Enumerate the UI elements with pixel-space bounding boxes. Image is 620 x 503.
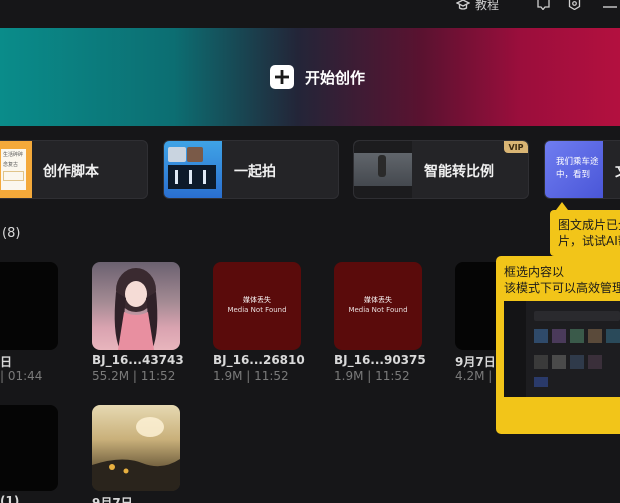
tool-card-text-to-video[interactable]: 我们乘车途 中，看到 文 (544, 140, 620, 199)
script-thumb-text: 生活碎碎 (3, 152, 24, 158)
tutorial-label: 教程 (475, 0, 500, 12)
ai-tooltip-line-1: 图文成片已全 (558, 218, 620, 232)
landscape-photo (92, 417, 180, 491)
draft-thumbnail[interactable] (92, 405, 180, 491)
draft-name: BJ_16...90375 (334, 353, 426, 367)
text-to-video-thumb-text: 我们乘车途 (556, 157, 599, 167)
draft-name: BJ_16...26810 (213, 353, 305, 367)
menu-icon[interactable] (603, 0, 617, 10)
text-to-video-thumb-text-2: 中，看到 (556, 170, 591, 180)
ai-tooltip-line-2: 片，试试AI帮 (558, 234, 620, 248)
media-missing-text: 媒体丢失 (364, 296, 392, 304)
script-thumbnail: 生活碎碎 念复古 (0, 141, 32, 198)
manage-mode-preview (504, 301, 620, 397)
tool-card-smart-ratio[interactable]: 智能转比例 VIP (353, 140, 529, 199)
draft-thumbnail[interactable] (0, 405, 58, 491)
draft-meta: | 01:44 (0, 369, 43, 383)
vip-badge: VIP (504, 141, 528, 153)
tool-card-script[interactable]: 生活碎碎 念复古 创作脚本 (0, 140, 148, 199)
draft-name: 日 (0, 355, 13, 369)
draft-meta: 1.9M | 11:52 (213, 369, 289, 383)
chat-icon[interactable] (537, 0, 550, 10)
manage-tooltip-line-2: 该模式下可以高效管理资 (504, 281, 620, 295)
text-to-video-thumbnail: 我们乘车途 中，看到 (545, 141, 603, 198)
draft-thumbnail-missing[interactable]: 媒体丢失 Media Not Found (213, 262, 301, 350)
manage-tooltip-line-1: 框选内容以 (504, 265, 565, 279)
tooltip-arrow (556, 202, 568, 210)
start-creation-button[interactable]: 开始创作 (270, 65, 365, 89)
ai-tooltip: 图文成片已全 片，试试AI帮 (550, 210, 620, 256)
start-creation-label: 开始创作 (305, 68, 366, 87)
draft-name: (1) (0, 494, 20, 503)
draft-thumbnail-missing[interactable]: 媒体丢失 Media Not Found (334, 262, 422, 350)
media-missing-text: 媒体丢失 (243, 296, 271, 304)
shoot-together-thumbnail (164, 141, 222, 198)
smart-ratio-thumbnail (354, 141, 412, 198)
media-not-found-text: Media Not Found (348, 306, 408, 314)
draft-meta: 55.2M | 11:52 (92, 369, 176, 383)
tool-card-shoot-together-label: 一起拍 (234, 164, 276, 180)
draft-thumbnail[interactable] (0, 262, 58, 350)
draft-meta: 1.9M | 11:52 (334, 369, 410, 383)
draft-thumbnail[interactable] (92, 262, 180, 350)
drafts-count: (8) (2, 226, 21, 241)
tool-card-shoot-together[interactable]: 一起拍 (163, 140, 339, 199)
anime-girl-image (114, 268, 158, 350)
tool-card-smart-ratio-label: 智能转比例 (424, 164, 494, 180)
draft-name: 9月7日 (92, 496, 133, 503)
start-creation-banner[interactable]: 开始创作 (0, 28, 620, 126)
tool-card-script-label: 创作脚本 (43, 164, 99, 180)
settings-icon[interactable] (568, 0, 581, 10)
graduation-cap-icon (456, 0, 470, 10)
script-thumb-text-2: 念复古 (3, 162, 19, 168)
plus-icon (270, 65, 294, 89)
tool-card-text-to-video-label: 文 (615, 161, 620, 181)
manage-tooltip: 框选内容以 该模式下可以高效管理资 (496, 256, 620, 434)
top-bar: 教程 (0, 0, 620, 28)
tutorial-button[interactable]: 教程 (456, 0, 500, 12)
draft-name: BJ_16...43743 (92, 353, 184, 367)
media-not-found-text: Media Not Found (227, 306, 287, 314)
draft-name: 9月7日 (455, 355, 496, 369)
